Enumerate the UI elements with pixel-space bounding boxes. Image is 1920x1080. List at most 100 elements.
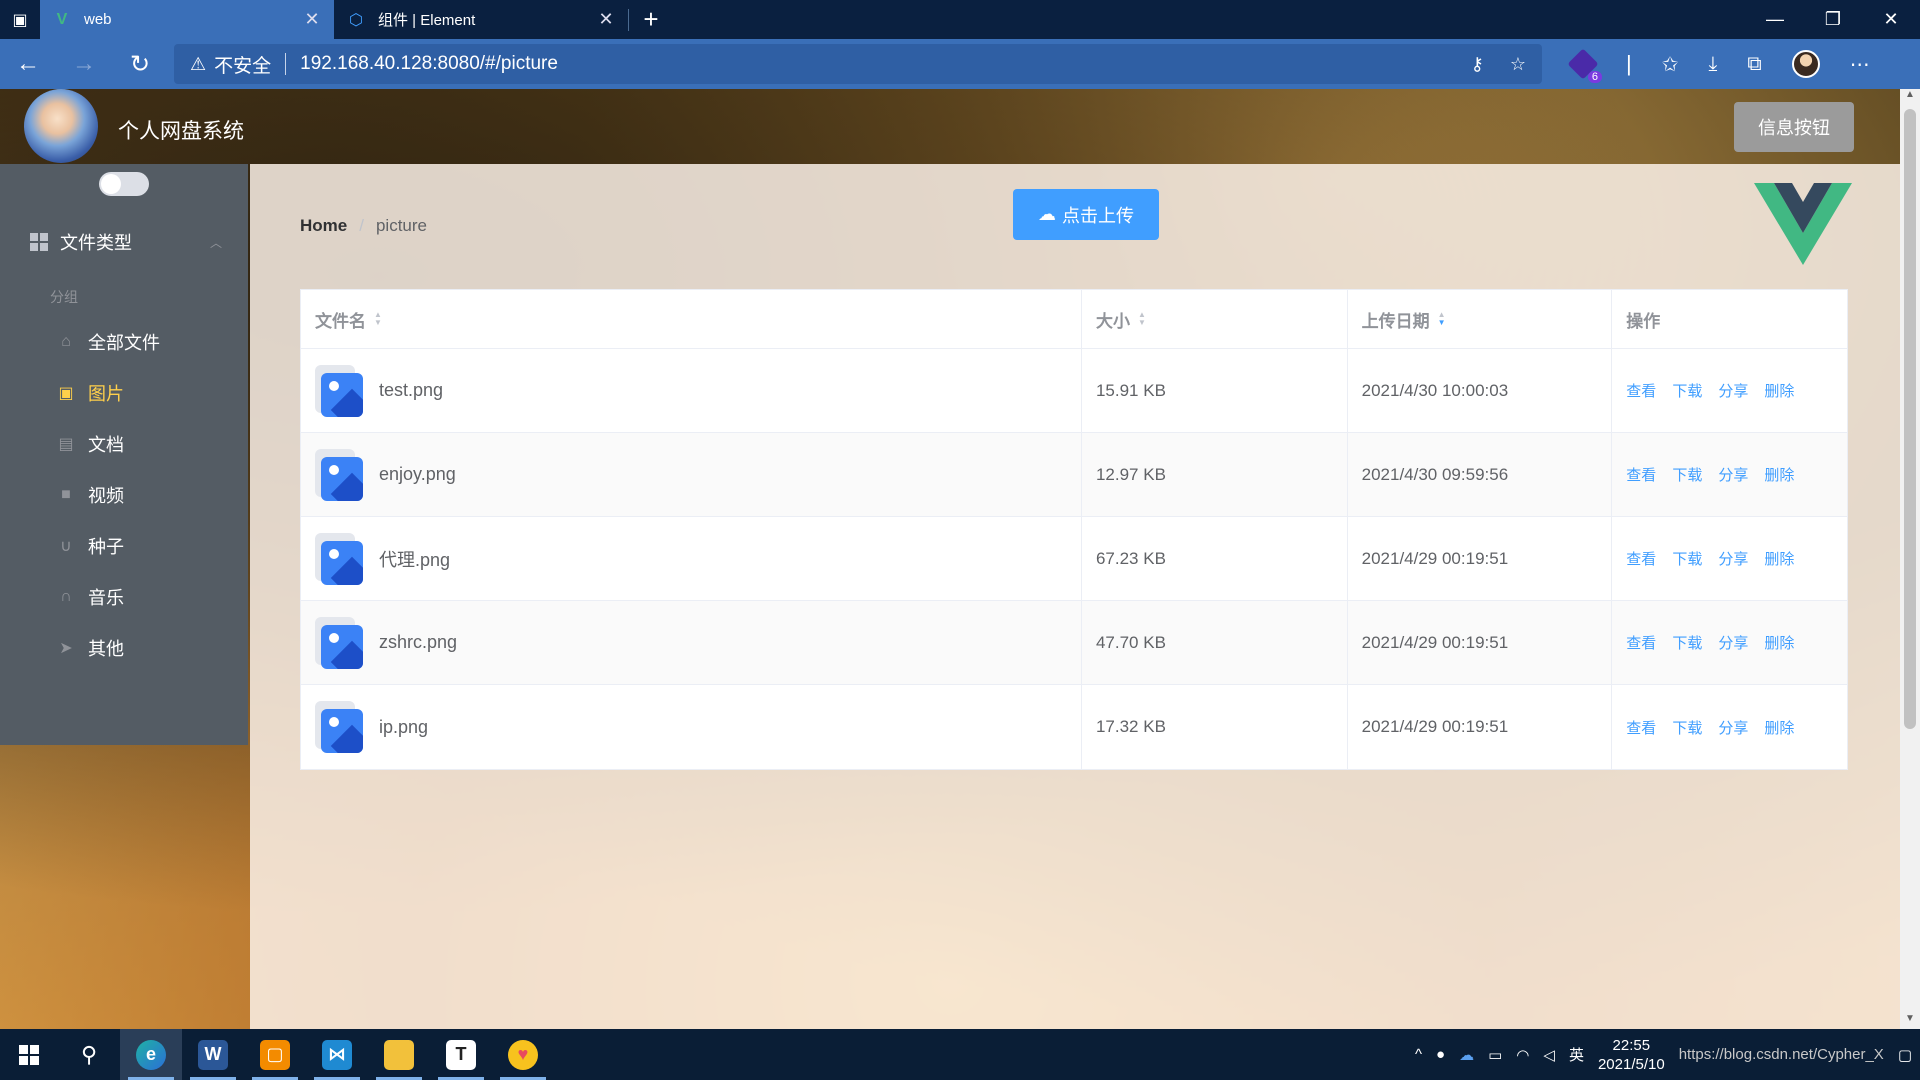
taskbar-file-explorer[interactable] [368, 1029, 430, 1080]
view-button[interactable]: 查看 [1626, 548, 1656, 569]
add-favorite-icon[interactable]: ☆ [1510, 54, 1526, 75]
sidebar-item-all-files[interactable]: ⌂ 全部文件 [0, 314, 248, 370]
sidebar: 文件类型 ︿ 分组 ⌂ 全部文件 ▣ 图片 ▤ 文档 ■ 视频 ∪ 种子 ∩ 音… [0, 164, 248, 745]
url-field[interactable]: ⚠ 不安全 192.168.40.128:8080/#/picture ⚷ ☆ [174, 44, 1542, 84]
download-button[interactable]: 下载 [1672, 632, 1702, 653]
sidebar-item-label: 种子 [88, 537, 124, 557]
notification-icon[interactable]: ▢ [1898, 1046, 1912, 1064]
ime-indicator[interactable]: 英 [1569, 1044, 1584, 1065]
scrollbar-thumb[interactable] [1904, 109, 1916, 729]
sidebar-item-label: 其他 [88, 639, 124, 659]
search-icon[interactable]: ⚲ [58, 1029, 120, 1080]
sidebar-item-documents[interactable]: ▤ 文档 [0, 416, 248, 472]
page-scrollbar[interactable]: ▲ ▼ [1900, 89, 1920, 1029]
app-header: 个人网盘系统 信息按钮 [0, 89, 1900, 164]
view-button[interactable]: 查看 [1626, 717, 1656, 738]
forward-button[interactable]: → [56, 39, 112, 89]
delete-button[interactable]: 删除 [1764, 464, 1794, 485]
delete-button[interactable]: 删除 [1764, 717, 1794, 738]
upload-button[interactable]: ☁ 点击上传 [1013, 189, 1159, 240]
network-icon[interactable]: ◠ [1516, 1046, 1529, 1064]
sidebar-item-music[interactable]: ∩ 音乐 [0, 569, 248, 625]
delete-button[interactable]: 删除 [1764, 632, 1794, 653]
restore-icon[interactable]: ❐ [1804, 0, 1862, 39]
sidebar-item-label: 全部文件 [88, 333, 160, 353]
view-button[interactable]: 查看 [1626, 380, 1656, 401]
new-tab-button[interactable]: + [629, 0, 673, 39]
breadcrumb-home[interactable]: Home [300, 216, 347, 236]
favorites-icon[interactable]: ✩ [1662, 52, 1679, 77]
collapse-toggle[interactable] [99, 172, 149, 196]
download-button[interactable]: 下载 [1672, 548, 1702, 569]
tab-web[interactable]: V web ✕ [40, 0, 334, 39]
minimize-icon[interactable]: — [1746, 0, 1804, 39]
security-label[interactable]: 不安全 [214, 51, 271, 78]
breadcrumb-current: picture [375, 216, 427, 235]
upload-date: 2021/4/30 09:59:56 [1348, 433, 1613, 516]
share-button[interactable]: 分享 [1718, 464, 1748, 485]
download-button[interactable]: 下载 [1672, 717, 1702, 738]
sidebar-item-torrents[interactable]: ∪ 种子 [0, 518, 248, 574]
qq-icon[interactable]: ● [1436, 1046, 1445, 1063]
breadcrumb: Home / picture [300, 216, 427, 236]
sort-icon[interactable]: ▲ ▼ [1438, 311, 1446, 327]
tab-element[interactable]: ⬡ 组件 | Element ✕ [334, 0, 628, 39]
battery-icon[interactable]: ▭ [1488, 1046, 1502, 1064]
onedrive-icon[interactable]: ☁ [1459, 1046, 1474, 1064]
column-header-date[interactable]: 上传日期 ▲ ▼ [1348, 290, 1613, 348]
download-icon[interactable]: ⤓ [1708, 53, 1717, 76]
tab-actions-icon[interactable]: ▣ [0, 0, 40, 39]
image-file-icon [315, 701, 363, 753]
view-button[interactable]: 查看 [1626, 632, 1656, 653]
share-button[interactable]: 分享 [1718, 548, 1748, 569]
close-tab-icon[interactable]: ✕ [302, 9, 322, 30]
scroll-down-icon[interactable]: ▼ [1900, 1013, 1920, 1029]
show-hidden-icons-icon[interactable]: ^ [1415, 1046, 1422, 1063]
start-button[interactable] [0, 1029, 58, 1080]
download-button[interactable]: 下载 [1672, 464, 1702, 485]
submenu-file-types[interactable]: 文件类型 ︿ [0, 214, 248, 270]
share-button[interactable]: 分享 [1718, 632, 1748, 653]
close-window-icon[interactable]: ✕ [1862, 0, 1920, 39]
taskbar-typora[interactable]: T [430, 1029, 492, 1080]
column-header-size[interactable]: 大小 ▲ ▼ [1082, 290, 1348, 348]
clock[interactable]: 22:55 2021/5/10 [1598, 1036, 1665, 1074]
more-options-icon[interactable]: ⋯ [1850, 52, 1870, 77]
sort-icon[interactable]: ▲ ▼ [374, 311, 382, 327]
share-button[interactable]: 分享 [1718, 380, 1748, 401]
image-file-icon [315, 532, 363, 585]
volume-icon[interactable]: ◁ [1543, 1046, 1555, 1064]
extension-icon[interactable]: 6 [1567, 48, 1602, 83]
delete-button[interactable]: 删除 [1764, 548, 1794, 569]
table-row: 代理.png 67.23 KB 2021/4/29 00:19:51 查看 下载… [301, 517, 1847, 601]
sort-icon[interactable]: ▲ ▼ [1138, 311, 1146, 327]
warning-icon[interactable]: ⚠ [190, 54, 206, 75]
vue-favicon-icon: V [56, 10, 68, 28]
main-panel: Home / picture ☁ 点击上传 文件名 ▲ ▼ 大小 ▲ ▼ 上传日… [250, 164, 1900, 1029]
taskbar-app-heart[interactable]: ♥ [492, 1029, 554, 1080]
back-button[interactable]: ← [0, 39, 56, 89]
scroll-up-icon[interactable]: ▲ [1900, 89, 1920, 105]
taskbar-vmware[interactable]: ▢ [244, 1029, 306, 1080]
refresh-button[interactable]: ↻ [112, 39, 168, 89]
taskbar-word[interactable]: W [182, 1029, 244, 1080]
column-header-filename[interactable]: 文件名 ▲ ▼ [301, 290, 1082, 348]
key-icon[interactable]: ⚷ [1471, 54, 1484, 75]
sidebar-item-other[interactable]: ➤ 其他 [0, 620, 248, 676]
table-row: enjoy.png 12.97 KB 2021/4/30 09:59:56 查看… [301, 433, 1847, 517]
url-text[interactable]: 192.168.40.128:8080/#/picture [300, 53, 558, 75]
tab-title: 组件 | Element [378, 12, 476, 29]
view-button[interactable]: 查看 [1626, 464, 1656, 485]
taskbar-edge[interactable]: e [120, 1029, 182, 1080]
info-button[interactable]: 信息按钮 [1734, 102, 1854, 152]
collections-icon[interactable]: ⧉ [1747, 53, 1761, 76]
close-tab-icon[interactable]: ✕ [596, 9, 616, 30]
delete-button[interactable]: 删除 [1764, 380, 1794, 401]
sidebar-item-videos[interactable]: ■ 视频 [0, 467, 248, 523]
file-name: zshrc.png [379, 632, 458, 652]
profile-avatar[interactable] [1791, 50, 1820, 78]
download-button[interactable]: 下载 [1672, 380, 1702, 401]
sidebar-item-pictures[interactable]: ▣ 图片 [0, 365, 248, 421]
taskbar-vscode[interactable]: ⋈ [306, 1029, 368, 1080]
share-button[interactable]: 分享 [1718, 717, 1748, 738]
